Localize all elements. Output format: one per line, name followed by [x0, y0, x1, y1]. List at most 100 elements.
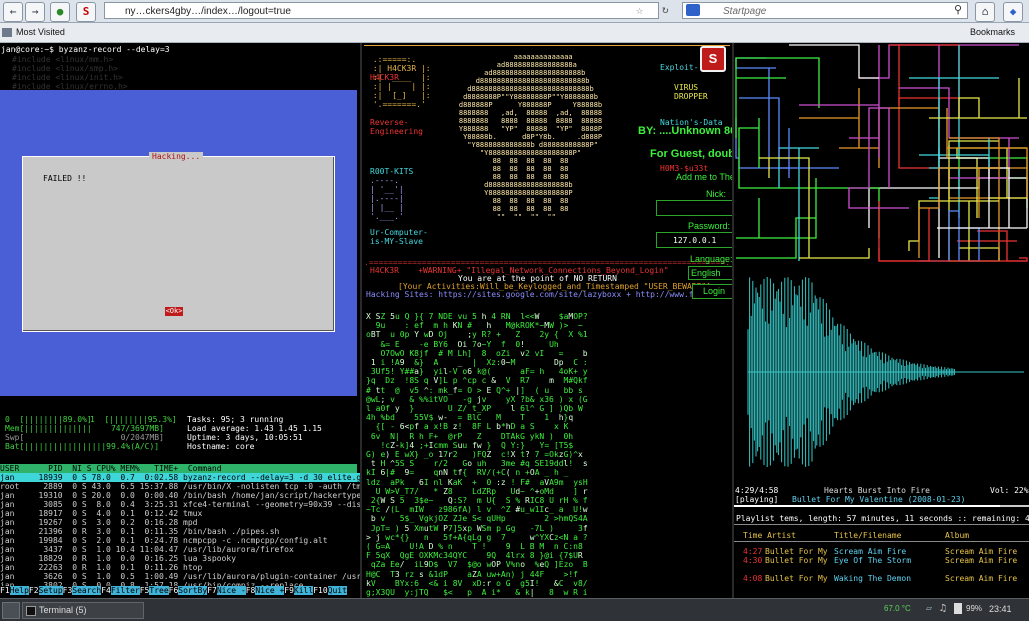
fkey-f5[interactable]: F5: [139, 586, 150, 595]
pipe-segment: [789, 44, 879, 79]
col-time-artist[interactable]: Time Artist: [743, 531, 796, 540]
url-input[interactable]: ny…ckers4gby…/index…/logout=true: [104, 2, 659, 19]
fkey-f2[interactable]: F2: [28, 586, 39, 595]
addon-icon[interactable]: ◆: [1003, 2, 1023, 22]
terminal-task-button[interactable]: Terminal (5): [22, 602, 144, 619]
fkey-label-nice-[interactable]: Nice -: [216, 586, 246, 595]
pipes-graphic: [735, 44, 1028, 262]
cpu0-meter: 0 [||||||||89.0%]: [5, 415, 92, 424]
bookmarks-toolbar: Most Visited Bookmarks: [0, 23, 1029, 43]
star-icon[interactable]: ☆: [636, 3, 643, 17]
pipe-segment: [957, 230, 1028, 262]
track-artist: Bullet For My: [765, 547, 828, 556]
network-icon[interactable]: ▱: [926, 603, 932, 614]
load-average: Load average: 1.43 1.45 1.15: [187, 424, 322, 433]
fkey-f3[interactable]: F3: [62, 586, 73, 595]
process-row[interactable]: jan 3626 0 S 1.0 0.5 1:00.49 /usr/lib/au…: [0, 572, 360, 581]
back-button[interactable]: ←: [3, 2, 23, 22]
app-menu-icon[interactable]: [2, 602, 20, 619]
left-label-slave: Ur-Computer- is-MY-Slave: [370, 228, 428, 246]
bookmark-folder-icon: [2, 28, 12, 37]
process-row[interactable]: jan 18939 0 S 78.0 0.7 0:02.58 byzanz-re…: [0, 473, 360, 482]
fkey-f6[interactable]: F6: [168, 586, 179, 595]
home-icon[interactable]: ⌂: [975, 2, 995, 22]
search-input[interactable]: Startpage: [682, 2, 968, 19]
tasks-info: Tasks: 95; 3 running: [187, 415, 284, 424]
faded-terminal-text: #include <linux/mm.h> #include <linux/sm…: [12, 55, 128, 91]
fkey-label-kill[interactable]: Kill: [293, 586, 314, 595]
now-playing-title: Hearts Burst Into Fire: [824, 486, 930, 495]
process-row[interactable]: jan 19267 0 S 3.0 0.2 0:16.28 mpd: [0, 518, 360, 527]
forward-button[interactable]: →: [25, 2, 45, 22]
fkey-f8[interactable]: F8: [245, 586, 256, 595]
home-page-icon[interactable]: ●: [50, 2, 70, 22]
pipe-segment: [735, 57, 776, 158]
battery-icon[interactable]: [954, 603, 962, 614]
fkey-f9[interactable]: F9: [284, 586, 294, 595]
fkey-label-setup[interactable]: Setup: [38, 586, 63, 595]
fkey-label-tree[interactable]: Tree: [149, 586, 169, 595]
pane-divider-right[interactable]: [732, 43, 734, 598]
playlist[interactable]: 4:27 Bullet For My Scream Aim Fire Scream A…: [734, 547, 1029, 587]
fkey-label-nice-[interactable]: Nice +: [255, 586, 285, 595]
process-row[interactable]: jan 18917 0 S 4.0 0.1 0:12.42 tmux: [0, 509, 360, 518]
site-logo-icon[interactable]: S: [700, 46, 726, 72]
process-row[interactable]: jan 18829 0 R 1.0 0.0 0:16.25 lua 3spook…: [0, 554, 360, 563]
shell-prompt: jan@core:~$ byzanz-record --delay=3: [1, 45, 170, 54]
battery-meter: Bat[|||||||||||||||||99.4%(A/C)]: [5, 442, 160, 451]
pipe-segment: [948, 167, 1028, 258]
fkey-label-filter[interactable]: Filter: [110, 586, 140, 595]
col-artist: Artist: [767, 531, 796, 540]
cpu-temp: 67.0 °C: [884, 604, 911, 613]
volume-icon[interactable]: ♫: [940, 603, 946, 614]
mem-meter: Mem[|||||||||||||| 747/3697MB]: [5, 424, 164, 433]
col-title[interactable]: Title/Filename: [834, 531, 901, 540]
site-icon[interactable]: S: [76, 2, 96, 22]
sites-line[interactable]: Hacking Sites: https://sites.google.com/…: [366, 290, 732, 299]
progress-fill: [734, 505, 1001, 507]
swap-meter: Swp[ 0/2047MB]: [5, 433, 164, 442]
bookmarks-menu[interactable]: Bookmarks: [970, 23, 1015, 42]
language-label: Language:: [690, 254, 733, 264]
fkey-label-quit[interactable]: Quit: [327, 586, 347, 595]
process-row[interactable]: jan 19310 0 S 20.0 0.0 0:00.40 /bin/bash…: [0, 491, 360, 500]
process-list[interactable]: jan 18939 0 S 78.0 0.7 0:02.58 byzanz-re…: [0, 473, 360, 586]
fkey-f10[interactable]: F10: [313, 586, 328, 595]
process-row[interactable]: jan 3085 0 S 8.0 0.4 3:25.31 xfce4-termi…: [0, 500, 360, 509]
fkey-label-help[interactable]: Help: [9, 586, 29, 595]
fkey-label-sortby[interactable]: SortBy: [178, 586, 208, 595]
process-row[interactable]: jan 22263 0 R 1.0 0.1 0:11.26 htop: [0, 563, 360, 572]
terminal-task-label: Terminal (5): [39, 605, 87, 615]
cpu1-meter: 1 [||||||||95.3%]: [90, 415, 177, 424]
hacker-icon-box: .:=====:. :| H4CK3R |: :| ____ |: :| | |…: [372, 55, 431, 109]
hostname-info: Hostname: core: [187, 442, 255, 451]
pipe-segment: [868, 177, 1028, 228]
playback-state: [playing]: [735, 495, 779, 504]
fkey-f1[interactable]: F1: [0, 586, 10, 595]
search-go-icon[interactable]: ⚲: [954, 3, 962, 16]
pipe-segment: [736, 178, 817, 259]
fkey-f4[interactable]: F4: [101, 586, 111, 595]
reload-icon[interactable]: ↻: [662, 3, 669, 16]
top-divider: [364, 45, 730, 46]
pane-divider-left[interactable]: [360, 43, 362, 598]
most-visited-link[interactable]: Most Visited: [16, 23, 65, 42]
col-time: Time: [743, 531, 763, 540]
dialog-title: Hacking...: [149, 152, 204, 161]
process-row[interactable]: root 2889 0 S 43.0 6.5 15:37.88 /usr/bin…: [0, 482, 360, 491]
col-album[interactable]: Album: [945, 531, 969, 540]
music-player-pane[interactable]: 4:29/4:58 Hearts Burst Into Fire Vol: 22…: [734, 265, 1029, 597]
ok-button[interactable]: <Ok>: [165, 307, 183, 316]
htop-column-header[interactable]: USER PID NI S CPU% MEM% TIME+ Command: [0, 464, 357, 473]
fkey-label-search[interactable]: Search: [72, 586, 102, 595]
progress-track[interactable]: [734, 505, 1029, 507]
track-time: 4:58: [743, 565, 763, 574]
fkey-f7[interactable]: F7: [207, 586, 217, 595]
process-row[interactable]: jan 21396 0 R 3.0 0.1 0:11.35 /bin/bash …: [0, 527, 360, 536]
process-row[interactable]: jan 3437 0 S 1.0 10.4 11:04.47 /usr/lib/…: [0, 545, 360, 554]
track-time: 4:27: [743, 547, 763, 556]
nick-label: Nick:: [706, 189, 726, 199]
rootkit-art: .----. | '__'| |.----| | |__ | '.___.': [370, 176, 404, 221]
search-engine-icon[interactable]: [686, 4, 700, 16]
process-row[interactable]: jan 19984 0 S 2.0 0.1 0:24.78 ncmpcpp -c…: [0, 536, 360, 545]
